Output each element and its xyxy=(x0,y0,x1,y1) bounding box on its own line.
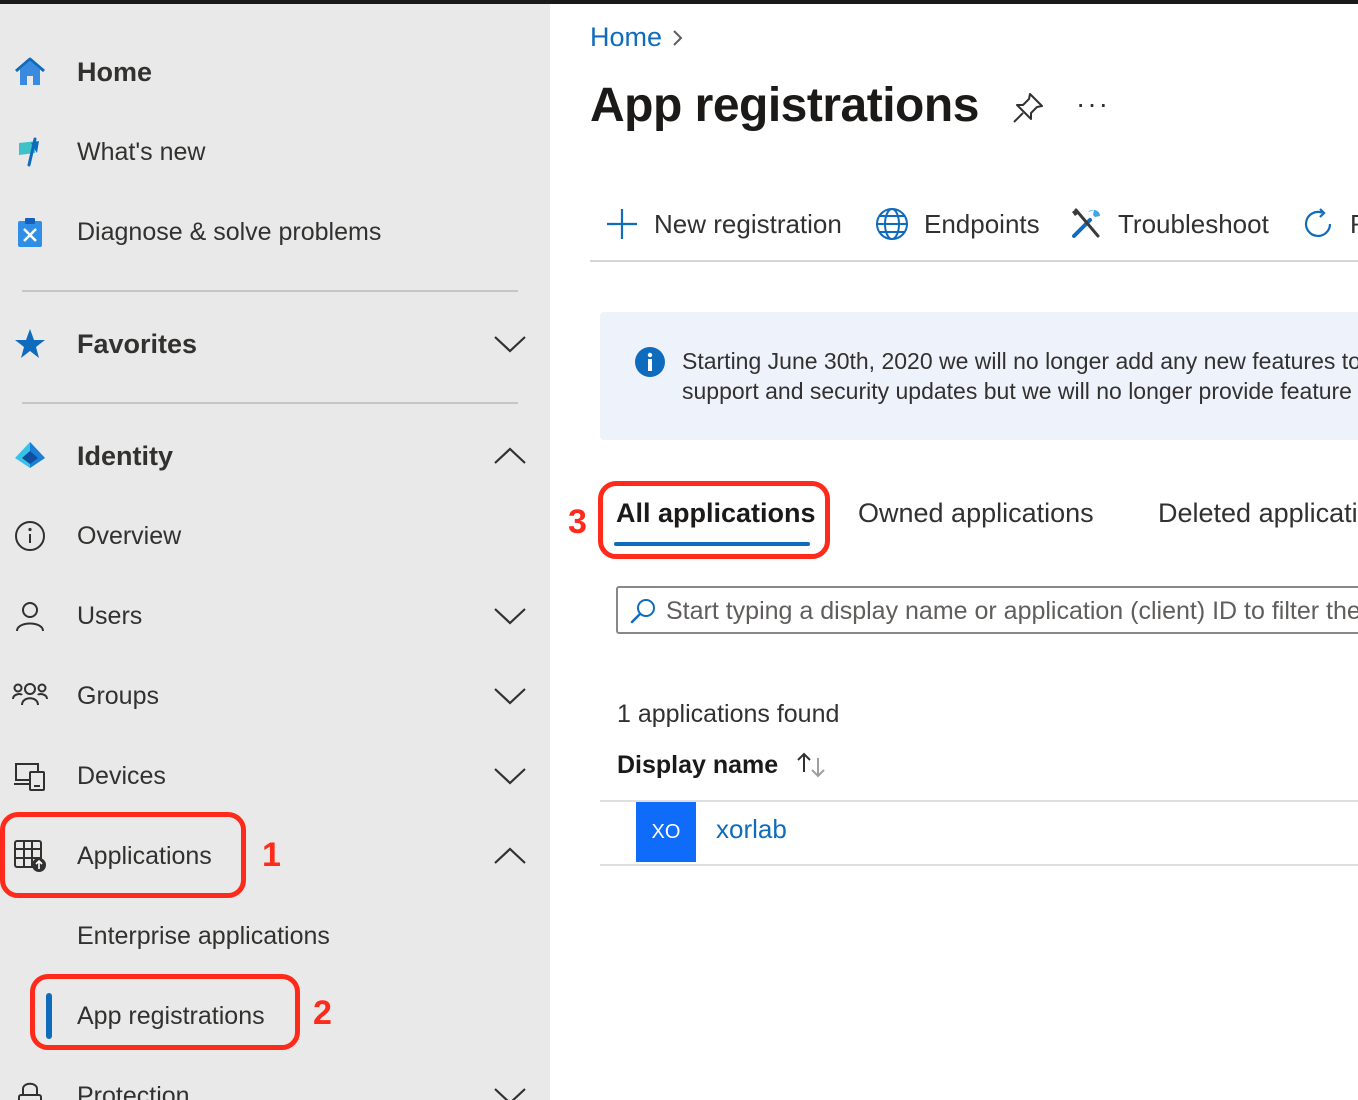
sidebar-item-groups[interactable]: Groups xyxy=(0,666,550,726)
annotation-box-1 xyxy=(0,812,246,898)
info-circle-icon xyxy=(12,518,48,554)
refresh-button[interactable]: Refresh xyxy=(1300,204,1358,244)
table-row[interactable]: XO xorlab xyxy=(600,802,1358,864)
sidebar-item-devices[interactable]: Devices xyxy=(0,746,550,806)
app-link-xorlab[interactable]: xorlab xyxy=(716,814,787,845)
sidebar-item-label: Favorites xyxy=(77,328,198,359)
command-bar: New registration Endpoints Troubleshoot … xyxy=(590,196,1358,262)
search-icon xyxy=(630,599,655,624)
chevron-down-icon[interactable] xyxy=(492,326,528,362)
sidebar-item-label: Groups xyxy=(77,681,159,710)
sidebar-item-label: Devices xyxy=(77,761,166,790)
sidebar-item-label: Users xyxy=(77,601,143,630)
endpoints-button[interactable]: Endpoints xyxy=(874,204,1040,244)
sidebar-item-users[interactable]: Users xyxy=(0,586,550,646)
plus-icon xyxy=(607,209,637,239)
diagnose-icon xyxy=(12,214,48,250)
chevron-down-icon[interactable] xyxy=(492,678,528,714)
info-banner: Starting June 30th, 2020 we will no long… xyxy=(600,312,1358,440)
devices-icon xyxy=(12,758,48,794)
sidebar-item-diagnose[interactable]: Diagnose & solve problems xyxy=(0,202,550,262)
refresh-icon xyxy=(1304,208,1332,237)
annotation-number-2: 2 xyxy=(313,994,332,1032)
sidebar-divider xyxy=(22,402,518,404)
identity-icon xyxy=(12,438,48,474)
sort-icon xyxy=(797,752,825,778)
sidebar-item-label: Protection xyxy=(77,1081,190,1100)
banner-message: Starting June 30th, 2020 we will no long… xyxy=(682,346,1358,406)
pin-icon[interactable] xyxy=(1010,90,1046,126)
star-icon xyxy=(12,326,48,362)
sidebar: Home What's new Diagnose & solve problem… xyxy=(0,4,550,1100)
lock-icon xyxy=(12,1078,48,1100)
sidebar-item-whats-new[interactable]: What's new xyxy=(0,122,550,182)
groups-icon xyxy=(12,678,48,714)
tab-deleted-applications[interactable]: Deleted applications xyxy=(1158,498,1358,529)
more-options-icon[interactable]: ··· xyxy=(1076,88,1110,120)
breadcrumb-home-link[interactable]: Home xyxy=(590,22,662,53)
sidebar-item-label: Overview xyxy=(77,521,182,550)
home-icon xyxy=(12,54,48,90)
tab-owned-applications[interactable]: Owned applications xyxy=(858,498,1094,529)
sidebar-item-label: Diagnose & solve problems xyxy=(77,217,382,246)
breadcrumb: Home xyxy=(590,22,692,53)
table-divider xyxy=(600,864,1358,866)
sidebar-item-label: Enterprise applications xyxy=(77,921,330,950)
annotation-number-1: 1 xyxy=(262,836,281,874)
chevron-up-icon[interactable] xyxy=(492,838,528,874)
sidebar-item-overview[interactable]: Overview xyxy=(0,506,550,566)
sidebar-item-label: Identity xyxy=(77,440,174,471)
chevron-up-icon[interactable] xyxy=(492,438,528,474)
active-tab-underline xyxy=(614,542,810,546)
chevron-down-icon[interactable] xyxy=(492,598,528,634)
results-count: 1 applications found xyxy=(617,700,840,728)
tab-list: All applications Owned applications Dele… xyxy=(600,480,1358,560)
new-registration-button[interactable]: New registration xyxy=(604,204,842,244)
wrench-screwdriver-icon xyxy=(1072,208,1100,238)
sidebar-item-protection[interactable]: Protection xyxy=(0,1066,550,1100)
annotation-box-2 xyxy=(30,974,300,1050)
search-box xyxy=(616,586,1358,634)
column-header-display-name[interactable]: Display name xyxy=(617,750,830,780)
sidebar-item-identity[interactable]: Identity xyxy=(0,426,550,486)
sidebar-item-label: Home xyxy=(77,56,153,87)
troubleshoot-button[interactable]: Troubleshoot xyxy=(1068,204,1269,244)
sidebar-item-enterprise-applications[interactable]: Enterprise applications xyxy=(0,906,550,966)
annotation-number-3: 3 xyxy=(568,503,587,541)
whats-new-icon xyxy=(12,134,48,170)
tab-all-applications[interactable]: All applications xyxy=(616,498,816,529)
search-input[interactable] xyxy=(666,594,1358,628)
info-icon xyxy=(635,347,665,377)
app-avatar: XO xyxy=(636,802,696,862)
sidebar-item-home[interactable]: Home xyxy=(0,42,550,102)
chevron-down-icon[interactable] xyxy=(492,1078,528,1100)
user-icon xyxy=(12,598,48,634)
sidebar-item-favorites[interactable]: Favorites xyxy=(0,314,550,374)
sidebar-divider xyxy=(22,290,518,292)
page-title: App registrations xyxy=(590,79,979,132)
sidebar-item-label: What's new xyxy=(77,137,206,166)
globe-icon xyxy=(876,208,908,240)
banner-line-2: support and security updates but we will… xyxy=(682,378,1358,404)
chevron-right-icon xyxy=(673,29,683,46)
chevron-down-icon[interactable] xyxy=(492,758,528,794)
banner-line-1: Starting June 30th, 2020 we will no long… xyxy=(682,348,1358,374)
